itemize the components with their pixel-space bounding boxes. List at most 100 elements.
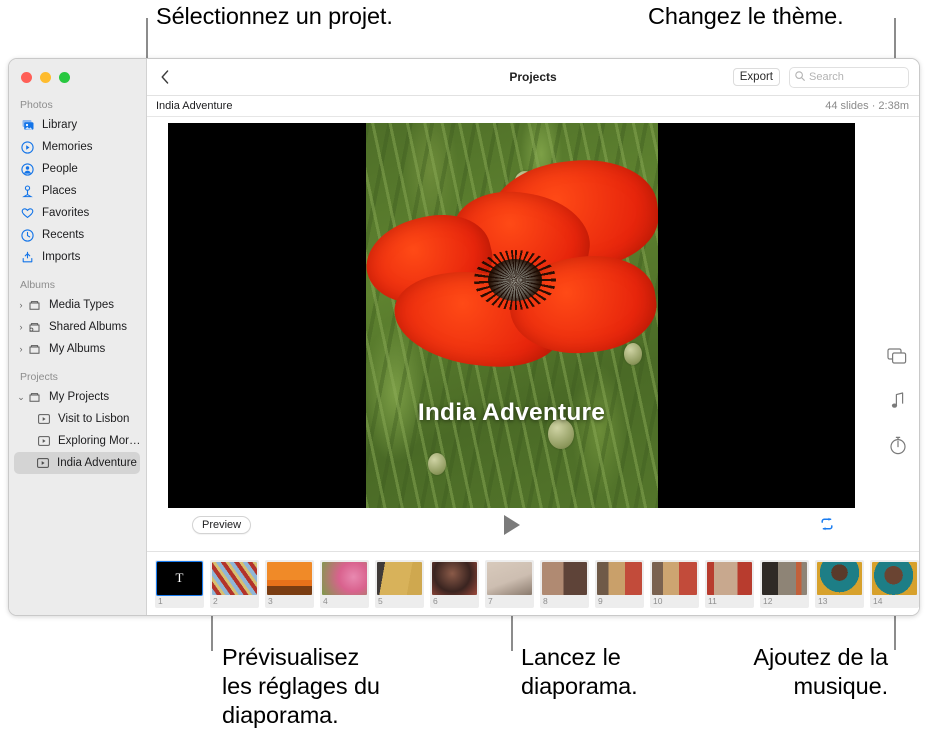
back-button[interactable] [155,66,175,88]
export-button[interactable]: Export [733,68,780,86]
sidebar-item-label: People [42,163,78,175]
thumbnail-image [817,562,862,595]
sidebar-item-label: Imports [42,251,80,263]
slide-number: 7 [487,595,532,608]
sidebar-section-albums-header: Albums [9,268,146,294]
slide-number: 4 [322,595,367,608]
callout-change-theme: Changez le thème. [648,2,844,31]
slideshow-icon [35,456,50,471]
thumbnail-image [762,562,807,595]
preview-button[interactable]: Preview [192,516,251,534]
chevron-right-icon[interactable]: › [16,344,26,354]
slide-preview[interactable]: India Adventure [168,123,855,508]
slide-number: 13 [817,595,862,608]
slide-number: 8 [542,595,587,608]
zoom-button[interactable] [59,72,70,83]
slide-number: 5 [377,595,422,608]
close-button[interactable] [21,72,32,83]
sidebar-item-label: India Adventure [57,457,137,469]
callout-select-project: Sélectionnez un projet. [156,2,393,31]
chevron-down-icon[interactable]: ⌄ [16,392,26,403]
list-item[interactable]: T 1 [155,560,204,608]
sidebar-item-my-projects[interactable]: ⌄ My Projects [9,386,146,408]
list-item[interactable]: 7 [485,560,534,608]
sidebar-section-projects-header: Projects [9,360,146,386]
project-meta: 44 slides · 2:38m [825,100,909,112]
thumbnail-image [597,562,642,595]
slide-number: 12 [762,595,807,608]
theme-icon[interactable] [886,345,910,369]
slide-number: 9 [597,595,642,608]
sidebar-item-label: Recents [42,229,84,241]
sidebar-item-label: Favorites [42,207,89,219]
search-icon [795,71,805,84]
memories-icon [20,140,35,155]
sidebar-section-photos-header: Photos [9,95,146,114]
shared-folder-icon [27,320,42,335]
sidebar-item-label: Places [42,185,77,197]
sidebar-item-imports[interactable]: Imports [9,246,146,268]
project-name: India Adventure [156,100,232,112]
chevron-right-icon[interactable]: › [16,300,26,310]
sidebar-item-my-albums[interactable]: › My Albums [9,338,146,360]
music-icon[interactable] [886,389,910,413]
sidebar-item-label: My Albums [49,343,105,355]
list-item[interactable]: 9 [595,560,644,608]
list-item[interactable]: 12 [760,560,809,608]
thumbnail-image [707,562,752,595]
sidebar-item-people[interactable]: People [9,158,146,180]
list-item[interactable]: 3 [265,560,314,608]
thumbnail-image [322,562,367,595]
project-subbar: India Adventure 44 slides · 2:38m [147,96,919,117]
title-slide-letter: T [157,562,202,595]
sidebar-item-label: Shared Albums [49,321,127,333]
sidebar-item-india-adventure[interactable]: India Adventure [14,452,140,474]
stage: India Adventure Preview [147,117,919,551]
search-field[interactable]: Search [789,67,909,88]
sidebar-item-memories[interactable]: Memories [9,136,146,158]
sidebar-item-places[interactable]: Places [9,180,146,202]
sidebar-item-label: Exploring Mor… [58,435,140,447]
sidebar-item-label: Memories [42,141,92,153]
filmstrip[interactable]: T 1 2 3 4 5 6 [147,551,919,615]
photo-bud [428,453,446,475]
sidebar-item-library[interactable]: Library [9,114,146,136]
loop-icon[interactable] [819,517,835,536]
sidebar: Photos Library Memories [9,59,147,615]
slide-number: 6 [432,595,477,608]
sidebar-item-favorites[interactable]: Favorites [9,202,146,224]
sidebar-item-media-types[interactable]: › Media Types [9,294,146,316]
list-item[interactable]: 5 [375,560,424,608]
window-controls [9,59,146,95]
list-item[interactable]: 2 [210,560,259,608]
list-item[interactable]: 6 [430,560,479,608]
toolbar: Projects Export Search [147,59,919,96]
playback-controls: Preview [168,508,855,542]
callout-preview-settings: Prévisualisez les réglages du diaporama. [222,643,380,730]
minimize-button[interactable] [40,72,51,83]
sidebar-item-recents[interactable]: Recents [9,224,146,246]
slide-number: 11 [707,595,752,608]
slideshow-icon [36,412,51,427]
play-icon[interactable] [504,515,520,535]
list-item[interactable]: 8 [540,560,589,608]
sidebar-item-shared-albums[interactable]: › Shared Albums [9,316,146,338]
thumbnail-image [377,562,422,595]
main-content: Projects Export Search India Adventure 4… [147,59,919,615]
thumbnail-image [432,562,477,595]
thumbnail-image [487,562,532,595]
list-item[interactable]: 14 [870,560,919,608]
list-item[interactable]: 4 [320,560,369,608]
chevron-right-icon[interactable]: › [16,322,26,332]
callout-add-music: Ajoutez de la musique. [718,643,888,701]
list-item[interactable]: 13 [815,560,864,608]
list-item[interactable]: 11 [705,560,754,608]
import-icon [20,250,35,265]
slide-number: 14 [872,595,917,608]
clock-icon [20,228,35,243]
list-item[interactable]: 10 [650,560,699,608]
sidebar-item-exploring-morocco[interactable]: Exploring Mor… [9,430,146,452]
sidebar-item-label: My Projects [49,391,109,403]
sidebar-item-visit-to-lisbon[interactable]: Visit to Lisbon [9,408,146,430]
duration-icon[interactable] [886,433,910,457]
